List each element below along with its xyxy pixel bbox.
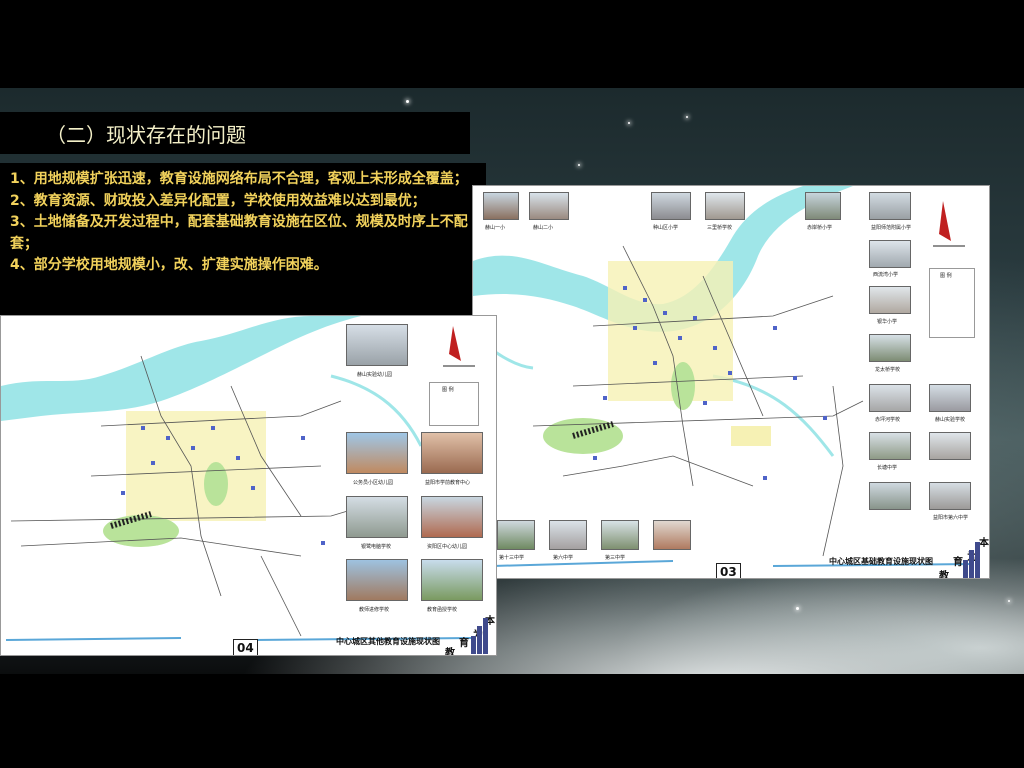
photo-caption: 教师进修学校: [359, 607, 390, 613]
school-photo: [483, 192, 519, 220]
photo-caption: 龙太桥学校: [875, 367, 901, 373]
photo-caption: 赫山实验学校: [935, 417, 966, 423]
issue-item: 2、教育资源、财政投入差异化配置，学校使用效益难以达到最优；: [10, 192, 426, 209]
photo-caption: 银鹭电脑学校: [361, 544, 392, 550]
facility-photo: [346, 496, 408, 538]
star: [406, 100, 409, 103]
school-photo: [929, 482, 971, 510]
corner-character: 育: [459, 638, 469, 649]
facility-photo: [421, 496, 483, 538]
page-number: 04: [233, 639, 258, 655]
issue-item: 4、部分学校用地规模小，改、扩建实施操作困难。: [10, 257, 328, 273]
facility-photo: [421, 559, 483, 601]
photo-caption: 益阳师范附属小学: [871, 225, 912, 231]
map-legend: 图 例: [429, 382, 479, 426]
park-area: [204, 462, 228, 506]
issue-item: 1、用地规模扩张迅速，教育设施网络布局不合理，客观上未形成全覆盖；: [10, 171, 468, 187]
school-photo: [805, 192, 841, 220]
urban-area: [731, 426, 771, 446]
legend-title: 图 例: [940, 273, 952, 279]
photo-caption: 益阳市第六中学: [933, 515, 969, 521]
slide: （二）现状存在的问题 1、用地规模扩张迅速，教育设施网络布局不合理，客观上未形成…: [0, 0, 1024, 768]
photo-caption: 银华小学: [877, 319, 898, 325]
facility-photo: [346, 324, 408, 366]
issues-text-block: 1、用地规模扩张迅速，教育设施网络布局不合理，客观上未形成全覆盖； 2、教育资源…: [0, 163, 486, 315]
corner-bars: [471, 618, 488, 654]
photo-caption: 赤坪河学校: [875, 417, 901, 423]
photo-caption: 益阳市学前教育中心: [425, 480, 471, 486]
facility-photo: [346, 432, 408, 474]
page-number: 03: [716, 563, 741, 578]
facility-photo: [421, 432, 483, 474]
map-legend: 图 例: [929, 268, 975, 338]
photo-caption: 长塘中学: [877, 465, 898, 471]
school-photo: [869, 432, 911, 460]
star: [628, 122, 630, 124]
photo-caption: 第六中学: [553, 555, 574, 561]
star: [578, 164, 580, 166]
photo-caption: 西流湾小学: [873, 272, 899, 278]
photo-caption: 第十三中学: [499, 555, 525, 561]
school-photo: [651, 192, 691, 220]
star: [796, 607, 799, 610]
school-photo: [869, 286, 911, 314]
star: [686, 116, 688, 118]
education-facilities-map-03: 赫山一小 赫山二小 种山区小学 三里桥学校 赤岸桥小学 益阳师范附属小学 西流湾…: [472, 185, 990, 579]
north-arrow-icon: [939, 201, 951, 241]
north-arrow-icon: [449, 326, 461, 361]
school-photo: [529, 192, 569, 220]
corner-bars: [963, 542, 980, 578]
photo-caption: 教育函授学校: [427, 607, 458, 613]
corner-character: 教: [445, 648, 455, 656]
map-title: 中心城区其他教育设施现状图: [336, 637, 440, 646]
school-photo: [869, 334, 911, 362]
school-photo: [497, 520, 535, 550]
facility-photo: [346, 559, 408, 601]
slide-title: （二）现状存在的问题: [46, 122, 246, 147]
slide-title-bar: （二）现状存在的问题: [0, 112, 470, 154]
corner-character: 本: [979, 538, 989, 549]
photo-caption: 资阳区中心幼儿园: [427, 544, 468, 550]
school-photo: [929, 384, 971, 412]
school-photo: [869, 482, 911, 510]
photo-caption: 公务员小区幼儿园: [353, 480, 394, 486]
school-photo: [929, 432, 971, 460]
park-area: [103, 515, 179, 547]
issue-item: 3、土地储备及开发过程中，配套基础教育设施在区位、规模及时序上不配套；: [10, 214, 468, 252]
photo-caption: 赤岸桥小学: [807, 225, 833, 231]
urban-area: [126, 411, 266, 521]
school-photo: [869, 192, 911, 220]
education-facilities-map-04: 赫山实验幼儿园 公务员小区幼儿园 益阳市学前教育中心 银鹭电脑学校 资阳区中心幼…: [0, 315, 497, 656]
photo-caption: 第三中学: [605, 555, 626, 561]
corner-character: 教: [939, 571, 949, 579]
photo-caption: 赫山实验幼儿园: [357, 372, 393, 378]
school-photo: [869, 384, 911, 412]
corner-character: 育: [953, 557, 963, 568]
school-photo: [601, 520, 639, 550]
school-photo: [549, 520, 587, 550]
photo-caption: 三里桥学校: [707, 225, 733, 231]
school-photo: [869, 240, 911, 268]
map-04-drawing: [1, 316, 475, 641]
star: [1008, 600, 1010, 602]
school-photo: [653, 520, 691, 550]
photo-caption: 种山区小学: [653, 225, 679, 231]
river: [1, 316, 361, 421]
legend-title: 图 例: [442, 387, 454, 393]
map-title: 中心城区基础教育设施现状图: [829, 557, 933, 566]
photo-caption: 赫山一小: [485, 225, 506, 231]
school-photo: [705, 192, 745, 220]
photo-caption: 赫山二小: [533, 225, 554, 231]
